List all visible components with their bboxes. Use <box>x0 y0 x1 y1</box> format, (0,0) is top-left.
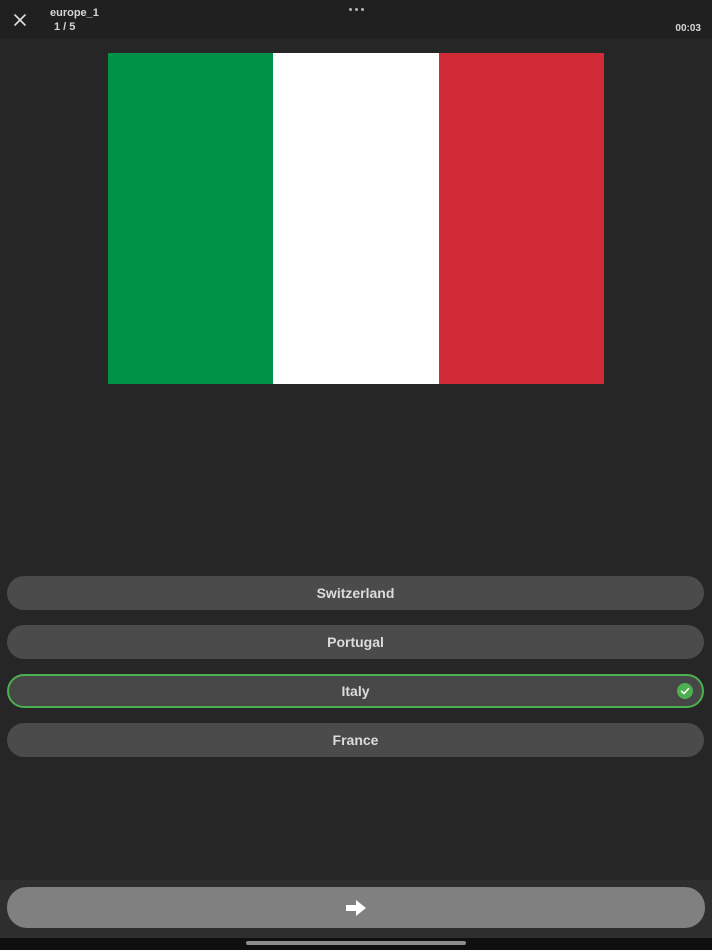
close-button[interactable] <box>9 9 31 31</box>
answer-option-france[interactable]: France <box>7 723 704 757</box>
answer-label: Italy <box>341 683 370 699</box>
quiz-screen: europe_1 1 / 5 00:03 Switzerland Portuga… <box>0 0 712 950</box>
home-indicator[interactable] <box>246 941 466 945</box>
arrow-right-icon <box>346 899 366 916</box>
quiz-title: europe_1 <box>50 7 99 19</box>
flag-stripe-left <box>108 53 274 384</box>
more-options-icon[interactable] <box>344 2 368 16</box>
answer-option-portugal[interactable]: Portugal <box>7 625 704 659</box>
flag-image <box>108 53 604 384</box>
answer-option-italy[interactable]: Italy <box>7 674 704 708</box>
answer-option-switzerland[interactable]: Switzerland <box>7 576 704 610</box>
flag-stripe-right <box>438 53 604 384</box>
answer-label: Portugal <box>327 634 384 650</box>
top-bar: europe_1 1 / 5 00:03 <box>0 0 712 39</box>
flag-stripe-middle <box>273 53 439 384</box>
answer-label: Switzerland <box>316 585 395 601</box>
next-button[interactable] <box>7 887 705 928</box>
check-circle-icon <box>677 683 693 699</box>
close-icon <box>14 14 26 26</box>
answer-label: France <box>332 732 379 748</box>
timer: 00:03 <box>675 23 701 34</box>
question-progress: 1 / 5 <box>54 21 76 33</box>
